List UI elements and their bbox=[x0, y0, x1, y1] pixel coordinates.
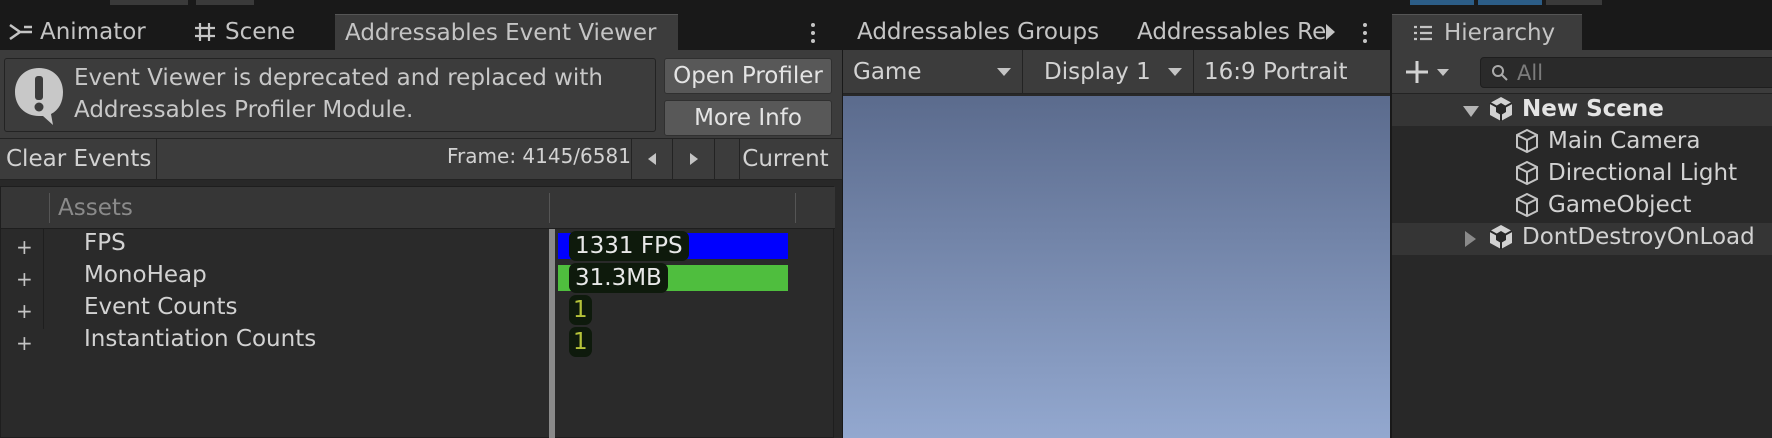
middle-tab-bar: Addressables Groups Addressables Re bbox=[843, 14, 1390, 50]
tab-hierarchy-label: Hierarchy bbox=[1444, 19, 1556, 46]
instantiation-counts-value: 1 bbox=[569, 327, 592, 357]
open-profiler-button[interactable]: Open Profiler bbox=[664, 58, 832, 94]
left-panel-menu-icon[interactable] bbox=[810, 23, 816, 43]
directional-light-label: Directional Light bbox=[1548, 160, 1738, 186]
more-info-button[interactable]: More Info bbox=[664, 100, 832, 136]
tab-addressables-report[interactable]: Addressables Re bbox=[1125, 14, 1327, 50]
fps-value: 1331 FPS bbox=[569, 231, 689, 261]
current-frame-button[interactable]: Current bbox=[739, 139, 831, 179]
aspect-dropdown[interactable]: 16:9 Portrait bbox=[1196, 50, 1390, 93]
frame-label: Frame: 4145/6581 bbox=[447, 144, 631, 168]
expand-arrow-right-icon[interactable] bbox=[1464, 230, 1478, 248]
tab-animator-label: Animator bbox=[40, 19, 146, 45]
list-icon bbox=[1414, 25, 1432, 40]
right-panel: Hierarchy All New Scene Main Camera Dire… bbox=[1392, 14, 1772, 438]
tab-scene-label: Scene bbox=[225, 19, 296, 45]
hierarchy-toolbar: All bbox=[1392, 50, 1772, 94]
gameobject-cube-icon bbox=[1516, 128, 1538, 154]
gameobject-cube-icon bbox=[1516, 160, 1538, 186]
right-tab-bar: Hierarchy bbox=[1392, 14, 1772, 50]
expand-fps-icon[interactable]: + bbox=[16, 235, 33, 259]
search-field[interactable]: All bbox=[1480, 57, 1772, 88]
events-table: Assets + FPS 1331 FPS + MonoHeap 31.3MB … bbox=[0, 186, 835, 438]
row-monoheap-label: MonoHeap bbox=[84, 262, 207, 288]
hierarchy-main-camera[interactable]: Main Camera bbox=[1514, 128, 1700, 154]
game-view-label: Game bbox=[853, 58, 922, 85]
warning-area: Event Viewer is deprecated and replaced … bbox=[0, 50, 842, 152]
search-placeholder: All bbox=[1517, 60, 1544, 85]
expand-event-counts-icon[interactable]: + bbox=[16, 299, 33, 323]
top-strip bbox=[0, 0, 1772, 14]
animator-icon bbox=[9, 23, 32, 41]
gameobject-label: GameObject bbox=[1548, 192, 1692, 218]
dont-destroy-on-load-label: DontDestroyOnLoad bbox=[1522, 224, 1755, 250]
column-header-assets[interactable]: Assets bbox=[58, 195, 133, 221]
display-dropdown[interactable]: Display 1 bbox=[1025, 50, 1194, 93]
graph-splitter[interactable] bbox=[549, 229, 555, 438]
tab-groups-label: Addressables Groups bbox=[857, 19, 1100, 45]
tab-animator[interactable]: Animator bbox=[0, 14, 185, 50]
chevron-down-icon bbox=[1168, 68, 1182, 76]
plus-icon bbox=[1406, 61, 1428, 83]
panel-divider[interactable] bbox=[842, 14, 843, 438]
row-event-counts-label: Event Counts bbox=[84, 294, 238, 320]
add-dropdown-button[interactable] bbox=[1404, 56, 1454, 88]
middle-panel-menu-icon[interactable] bbox=[1362, 23, 1368, 43]
display-label: Display 1 bbox=[1044, 58, 1151, 85]
event-toolbar: Clear Events Frame: 4145/6581 Current bbox=[0, 138, 842, 180]
hierarchy-directional-light[interactable]: Directional Light bbox=[1514, 160, 1737, 186]
panel-divider[interactable] bbox=[1390, 14, 1392, 438]
tab-scene[interactable]: Scene bbox=[185, 14, 335, 50]
tab-addressables-groups[interactable]: Addressables Groups bbox=[843, 14, 1111, 50]
unity-scene-icon bbox=[1489, 225, 1513, 249]
monoheap-value: 31.3MB bbox=[569, 263, 668, 293]
new-scene-label: New Scene bbox=[1522, 96, 1664, 122]
gameobject-cube-icon bbox=[1516, 192, 1538, 218]
chevron-down-icon bbox=[1437, 68, 1449, 76]
warning-text-line2: Addressables Profiler Module. bbox=[74, 97, 414, 123]
search-icon bbox=[1492, 64, 1508, 81]
aspect-label: 16:9 Portrait bbox=[1204, 58, 1348, 85]
row-gutter bbox=[43, 229, 44, 329]
left-tab-bar: Animator Scene Addressables Event Viewer bbox=[0, 14, 842, 50]
hierarchy-list: New Scene Main Camera Directional Light … bbox=[1392, 94, 1772, 438]
table-header: Assets bbox=[1, 187, 835, 229]
main-camera-label: Main Camera bbox=[1548, 128, 1701, 154]
game-view-dropdown[interactable]: Game bbox=[843, 50, 1023, 93]
scene-new-scene[interactable]: New Scene bbox=[1488, 96, 1664, 122]
warning-text-line1: Event Viewer is deprecated and replaced … bbox=[74, 65, 603, 91]
row-fps-label: FPS bbox=[84, 230, 126, 256]
tab-hierarchy[interactable]: Hierarchy bbox=[1392, 14, 1582, 50]
tab-scroll-right-icon[interactable] bbox=[1323, 22, 1337, 42]
expand-monoheap-icon[interactable]: + bbox=[16, 267, 33, 291]
tab-report-label: Addressables Re bbox=[1137, 19, 1327, 45]
hierarchy-gameobject[interactable]: GameObject bbox=[1514, 192, 1691, 218]
game-view-viewport[interactable] bbox=[843, 96, 1390, 438]
row-instantiation-counts-label: Instantiation Counts bbox=[84, 326, 317, 352]
triangle-right-icon bbox=[689, 153, 698, 165]
middle-panel: Addressables Groups Addressables Re Game… bbox=[843, 14, 1390, 438]
unity-scene-icon bbox=[1489, 97, 1513, 121]
scene-dont-destroy-on-load[interactable]: DontDestroyOnLoad bbox=[1488, 224, 1755, 250]
left-panel: Animator Scene Addressables Event Viewer… bbox=[0, 14, 842, 438]
exclamation-bubble-icon bbox=[15, 68, 63, 125]
triangle-left-icon bbox=[648, 153, 656, 165]
prev-frame-button[interactable] bbox=[631, 139, 673, 179]
expand-instantiation-counts-icon[interactable]: + bbox=[16, 331, 33, 355]
tab-event-viewer-label: Addressables Event Viewer bbox=[345, 19, 657, 46]
tab-addressables-event-viewer[interactable]: Addressables Event Viewer bbox=[335, 14, 678, 50]
chevron-down-icon bbox=[997, 68, 1011, 76]
clear-events-button[interactable]: Clear Events bbox=[0, 139, 157, 179]
expand-arrow-down-icon[interactable] bbox=[1462, 105, 1480, 119]
warning-box: Event Viewer is deprecated and replaced … bbox=[4, 58, 656, 132]
grid-hash-icon bbox=[195, 23, 215, 41]
next-frame-button[interactable] bbox=[673, 139, 715, 179]
game-toolbar: Game Display 1 16:9 Portrait bbox=[843, 50, 1390, 94]
event-counts-value: 1 bbox=[569, 295, 592, 325]
